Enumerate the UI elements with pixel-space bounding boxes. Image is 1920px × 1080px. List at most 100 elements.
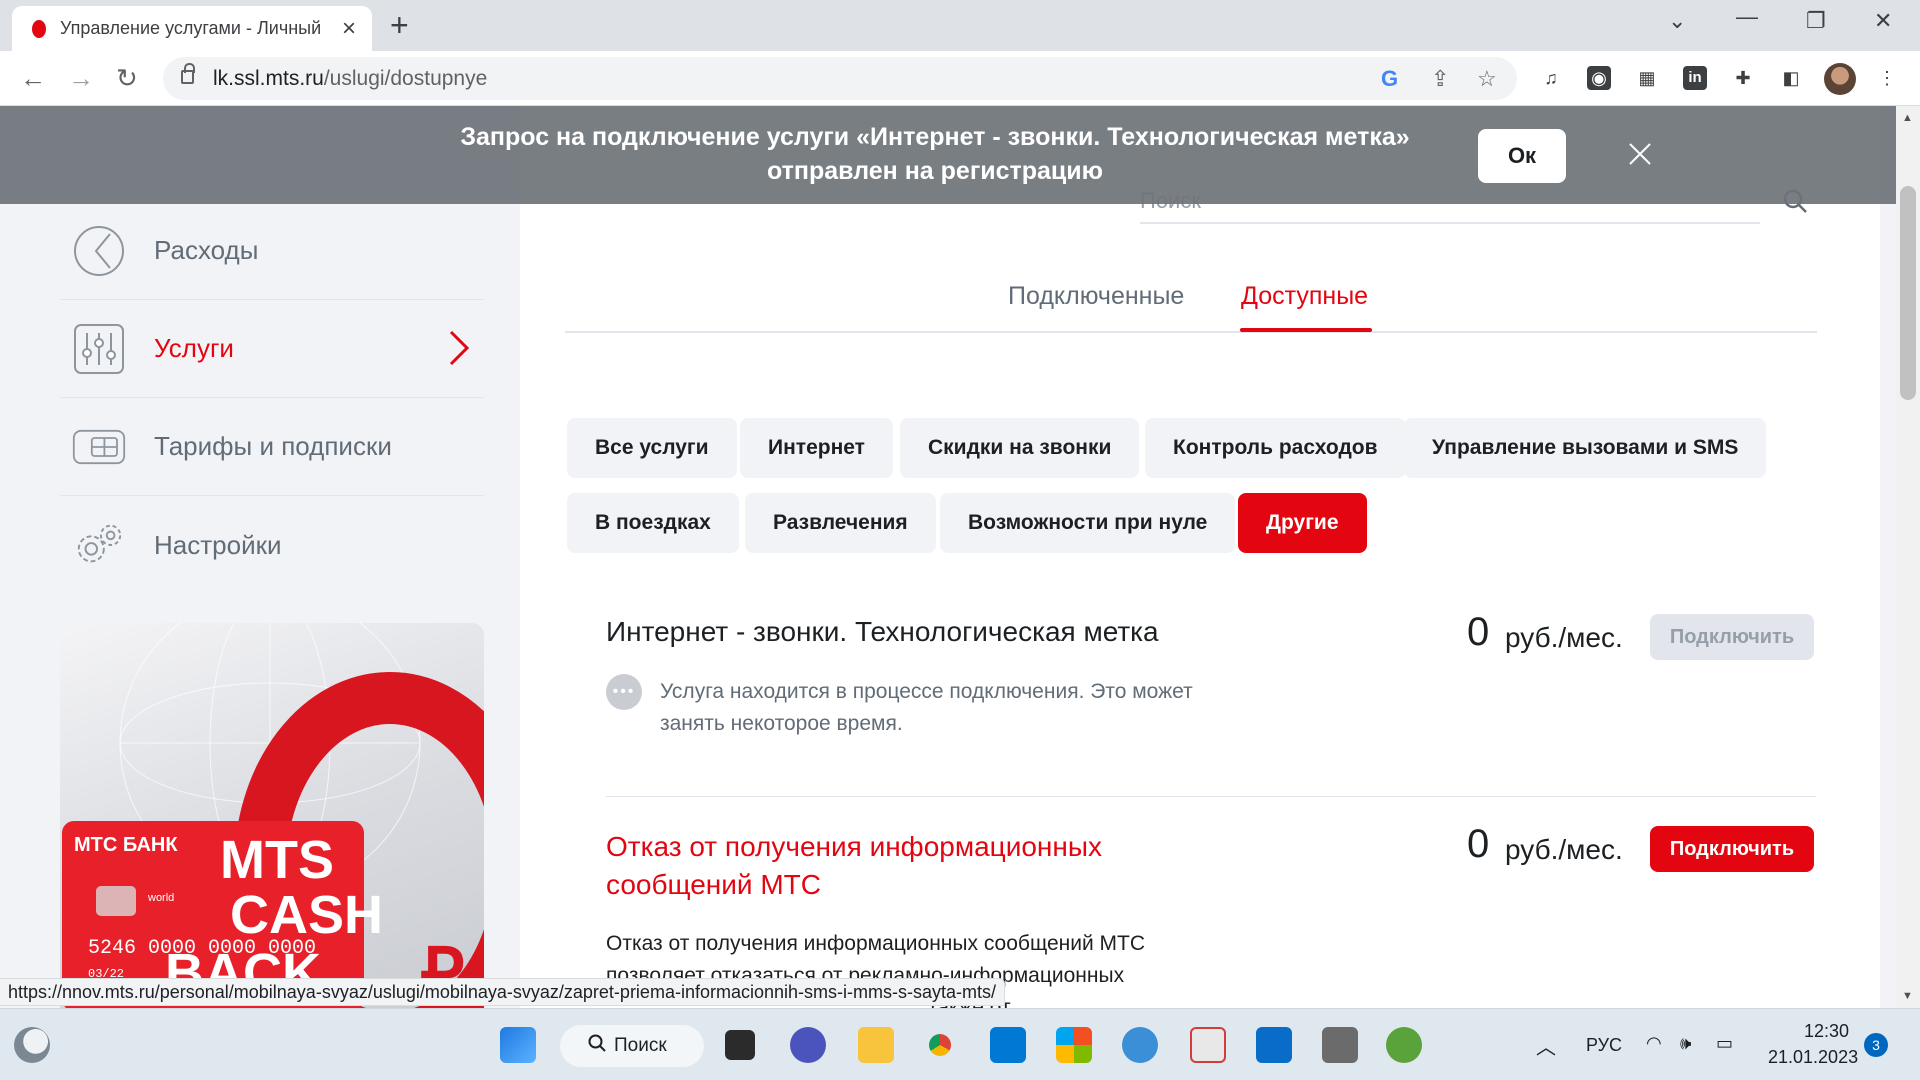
notification-count-badge[interactable]: 3 [1864, 1033, 1888, 1057]
service-price-unit: руб./мес. [1505, 834, 1623, 865]
service-title-link-line2[interactable]: сообщений МТС [606, 866, 821, 904]
service-divider [606, 796, 1816, 797]
service-price: 0 [1467, 822, 1490, 866]
tab-available[interactable]: Доступные [1241, 282, 1368, 311]
extension-1-icon[interactable]: ♫ [1539, 66, 1563, 90]
battery-icon[interactable]: ▭ [1716, 1033, 1733, 1054]
tab-close-icon[interactable]: × [342, 16, 356, 41]
tabs-divider [565, 331, 1817, 333]
svg-text:CASH: CASH [230, 885, 383, 945]
snipping-tool-icon[interactable] [1190, 1027, 1226, 1063]
windows-start-icon[interactable] [500, 1027, 536, 1063]
pie-chart-icon [72, 224, 126, 278]
sidebar-item-settings[interactable]: Настройки [60, 496, 484, 594]
sidebar-item-tariffs[interactable]: Тарифы и подписки [60, 398, 484, 496]
service-title-link[interactable]: Отказ от получения информационных [606, 828, 1102, 866]
tab-strip: Управление услугами - Личный × + ⌄ — ❐ ✕ [0, 0, 1920, 51]
task-view-icon[interactable] [725, 1030, 755, 1060]
remote-desktop-icon[interactable] [1256, 1027, 1292, 1063]
page-viewport: Расходы Услуги Тарифы и подписки Настрой… [0, 106, 1920, 1008]
minimize-icon[interactable]: — [1736, 4, 1758, 30]
status-bar-url: https://nnov.mts.ru/personal/mobilnaya-s… [0, 978, 1005, 1006]
chip-all-services[interactable]: Все услуги [567, 418, 737, 478]
restore-icon[interactable]: ❐ [1806, 8, 1826, 34]
chip-travel[interactable]: В поездках [567, 493, 739, 553]
tray-chevron-up-icon[interactable]: ︿ [1536, 1031, 1556, 1060]
photos-icon[interactable] [1122, 1027, 1158, 1063]
chip-calls-sms[interactable]: Управление вызовами и SMS [1404, 418, 1767, 478]
scroll-up-icon[interactable]: ▲ [1902, 112, 1913, 124]
reload-icon[interactable]: ↻ [116, 63, 138, 93]
bookmark-star-icon[interactable]: ☆ [1477, 66, 1497, 92]
widgets-icon[interactable] [14, 1027, 50, 1063]
svg-text:MTS: MTS [220, 830, 334, 890]
chrome-icon[interactable] [922, 1027, 958, 1063]
linkedin-extension-icon[interactable]: in [1683, 66, 1707, 90]
address-bar[interactable]: lk.ssl.mts.ru/uslugi/dostupnye G ⇪ ☆ [163, 57, 1517, 100]
sidebar-item-expenses[interactable]: Расходы [60, 202, 484, 300]
connect-button[interactable]: Подключить [1650, 826, 1814, 872]
service-price-unit: руб./мес. [1505, 622, 1623, 653]
wifi-icon[interactable]: ◠ [1646, 1033, 1662, 1054]
tab-search-icon[interactable]: ⌄ [1668, 8, 1686, 34]
chip-zero-balance[interactable]: Возможности при нуле [940, 493, 1236, 553]
chat-icon[interactable] [790, 1027, 826, 1063]
close-window-icon[interactable]: ✕ [1874, 8, 1892, 34]
clock-date[interactable]: 21.01.2023 [1768, 1047, 1858, 1068]
back-icon[interactable]: ← [20, 63, 46, 93]
mail-icon[interactable] [990, 1027, 1026, 1063]
clock-time[interactable]: 12:30 [1804, 1021, 1849, 1042]
taskbar-search[interactable]: Поиск [560, 1025, 704, 1067]
svg-text:5246 0000 0000 0000: 5246 0000 0000 0000 [88, 937, 316, 960]
service-status-note: Услуга находится в процессе подключения.… [660, 680, 1193, 735]
google-icon[interactable]: G [1381, 66, 1398, 92]
windows-taskbar: Поиск ︿ РУС ◠ 🕪 ▭ 12:30 21.01.2023 3 [0, 1008, 1920, 1080]
extension-2-icon[interactable]: ◉ [1587, 66, 1611, 90]
profile-avatar[interactable] [1824, 63, 1856, 95]
new-tab-icon[interactable]: + [390, 9, 409, 41]
bank-logo-text: МТС БАНК [74, 834, 178, 856]
lock-icon[interactable] [181, 63, 195, 84]
forward-icon[interactable]: → [68, 63, 94, 93]
menu-kebab-icon[interactable]: ⋮ [1875, 66, 1899, 90]
browser-tab[interactable]: Управление услугами - Личный × [12, 6, 372, 51]
active-tab-indicator [1240, 328, 1372, 332]
sidebar-item-label: Расходы [154, 235, 259, 265]
scroll-thumb[interactable] [1900, 186, 1916, 400]
chip-call-discounts[interactable]: Скидки на звонки [900, 418, 1140, 478]
qr-extension-icon[interactable]: ▦ [1635, 66, 1659, 90]
extensions-puzzle-icon[interactable]: ✚ [1731, 66, 1755, 90]
ok-button[interactable]: Ок [1478, 129, 1566, 183]
notification-text: Запрос на подключение услуги «Интернет -… [460, 123, 1410, 185]
chip-other[interactable]: Другие [1238, 493, 1367, 553]
search-icon [588, 1034, 606, 1058]
chevron-right-icon [448, 330, 470, 371]
sidebar-item-services[interactable]: Услуги [60, 300, 484, 398]
tab-connected[interactable]: Подключенные [1008, 282, 1184, 311]
page-scrollbar[interactable]: ▲ ▼ [1896, 106, 1920, 1008]
scroll-down-icon[interactable]: ▼ [1902, 990, 1913, 1002]
url-text[interactable]: lk.ssl.mts.ru/uslugi/dostupnye [213, 67, 487, 91]
close-icon[interactable] [1627, 141, 1653, 172]
side-panel-icon[interactable]: ◧ [1779, 66, 1803, 90]
browser-toolbar: ← → ↻ lk.ssl.mts.ru/uslugi/dostupnye G ⇪… [0, 51, 1920, 106]
service-description-line: также от [928, 992, 1568, 1008]
store-icon[interactable] [1056, 1027, 1092, 1063]
language-indicator[interactable]: РУС [1586, 1035, 1622, 1056]
connect-button-disabled[interactable]: Подключить [1650, 614, 1814, 660]
app-icon[interactable] [1322, 1027, 1358, 1063]
service-title: Интернет - звонки. Технологическая метка [606, 616, 1159, 647]
service-price: 0 [1467, 610, 1490, 654]
mts-favicon-icon [32, 19, 46, 38]
chip-internet[interactable]: Интернет [740, 418, 893, 478]
file-explorer-icon[interactable] [858, 1027, 894, 1063]
sidebar-item-label: Тарифы и подписки [154, 431, 392, 461]
volume-icon[interactable]: 🕪 [1680, 1033, 1691, 1054]
chip-expense-control[interactable]: Контроль расходов [1145, 418, 1406, 478]
promo-banner[interactable]: МТС БАНК MTS CASH BACK world 5246 0000 0… [60, 623, 484, 1008]
notification-banner: Запрос на подключение услуги «Интернет -… [0, 106, 1896, 204]
share-icon[interactable]: ⇪ [1431, 66, 1449, 92]
utorrent-icon[interactable] [1386, 1027, 1422, 1063]
svg-text:world: world [147, 892, 174, 904]
chip-entertainment[interactable]: Развлечения [745, 493, 936, 553]
